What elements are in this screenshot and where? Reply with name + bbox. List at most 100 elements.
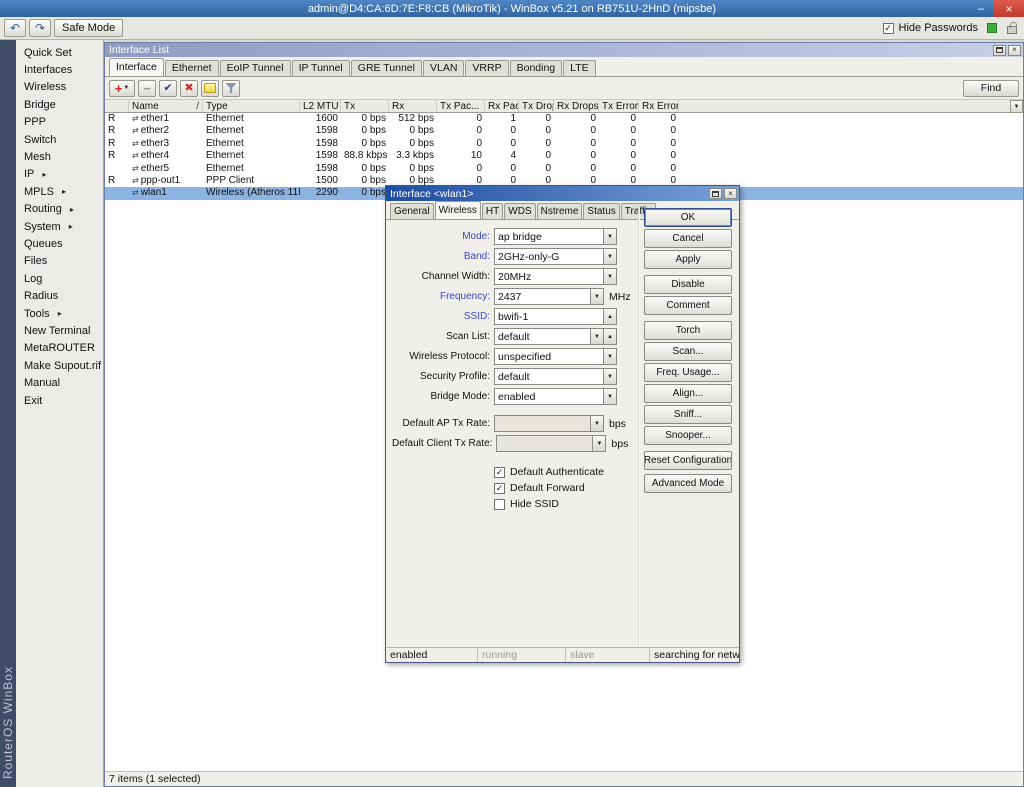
filter-button[interactable] <box>222 80 240 97</box>
sidebar-item-metarouter[interactable]: MetaROUTER <box>16 340 103 357</box>
sidebar-item-tools[interactable]: Tools▸ <box>16 305 103 322</box>
field-input-mode[interactable]: ap bridge <box>494 228 604 245</box>
safe-mode-button[interactable]: Safe Mode <box>54 19 123 37</box>
tab-eoip-tunnel[interactable]: EoIP Tunnel <box>220 60 291 76</box>
table-row-ether1[interactable]: R⇄ether1Ethernet16000 bps512 bps010000 <box>105 113 1023 125</box>
close-button[interactable]: × <box>994 0 1024 17</box>
checkbox-hide-ssid[interactable]: Hide SSID <box>494 496 642 512</box>
dialog-tab-status[interactable]: Status <box>583 203 619 219</box>
field-input-channel-width[interactable]: 20MHz <box>494 268 604 285</box>
checkbox-default-authenticate[interactable]: ✓Default Authenticate <box>494 464 642 480</box>
dropdown-button[interactable]: ▼ <box>604 268 617 285</box>
dialog-tab-wds[interactable]: WDS <box>504 203 535 219</box>
window-close-button[interactable]: × <box>1008 45 1021 56</box>
enable-button[interactable]: ✔ <box>159 80 177 97</box>
collapse-button[interactable]: ▲ <box>604 328 617 345</box>
sidebar-item-system[interactable]: System▸ <box>16 218 103 235</box>
dialog-tab-general[interactable]: General <box>390 203 434 219</box>
remove-button[interactable]: − <box>138 80 156 97</box>
sniff-button[interactable]: Sniff... <box>644 405 732 424</box>
dialog-tab-wireless[interactable]: Wireless <box>435 201 481 219</box>
sidebar-item-make-supout-rif[interactable]: Make Supout.rif <box>16 357 103 374</box>
scan-button[interactable]: Scan... <box>644 342 732 361</box>
apply-button[interactable]: Apply <box>644 250 732 269</box>
column-header-name[interactable]: Name/ <box>129 100 203 112</box>
field-input-frequency[interactable]: 2437 <box>494 288 591 305</box>
sidebar-item-interfaces[interactable]: Interfaces <box>16 61 103 78</box>
dropdown-button[interactable]: ▼ <box>591 415 604 432</box>
dropdown-button[interactable]: ▼ <box>604 388 617 405</box>
sidebar-item-manual[interactable]: Manual <box>16 374 103 391</box>
table-row-ether3[interactable]: R⇄ether3Ethernet15980 bps0 bps000000 <box>105 138 1023 150</box>
field-input-security-profile[interactable]: default <box>494 368 604 385</box>
column-header-rx_drops[interactable]: Rx Drops <box>554 100 599 112</box>
tab-bonding[interactable]: Bonding <box>510 60 563 76</box>
align-button[interactable]: Align... <box>644 384 732 403</box>
cancel-button[interactable]: Cancel <box>644 229 732 248</box>
disable-button[interactable]: ✖ <box>180 80 198 97</box>
tab-vlan[interactable]: VLAN <box>423 60 464 76</box>
sidebar-item-wireless[interactable]: Wireless <box>16 79 103 96</box>
minimize-button[interactable]: – <box>968 0 994 17</box>
advanced-mode-button[interactable]: Advanced Mode <box>644 474 732 493</box>
column-header-tx[interactable]: Tx <box>341 100 389 112</box>
dropdown-button[interactable]: ▼ <box>604 228 617 245</box>
window-restore-button[interactable] <box>993 45 1006 56</box>
sidebar-item-quick-set[interactable]: Quick Set <box>16 44 103 61</box>
field-input-bridge-mode[interactable]: enabled <box>494 388 604 405</box>
comment-button[interactable]: Comment <box>644 296 732 315</box>
table-row-ether4[interactable]: R⇄ether4Ethernet159888.8 kbps3.3 kbps104… <box>105 150 1023 162</box>
table-row-ether2[interactable]: R⇄ether2Ethernet15980 bps0 bps000000 <box>105 125 1023 137</box>
checkbox-default-forward[interactable]: ✓Default Forward <box>494 480 642 496</box>
sidebar-item-files[interactable]: Files <box>16 253 103 270</box>
column-header-tx_errors[interactable]: Tx Errors <box>599 100 639 112</box>
sidebar-item-queues[interactable]: Queues <box>16 235 103 252</box>
tab-interface[interactable]: Interface <box>109 58 164 76</box>
torch-button[interactable]: Torch <box>644 321 732 340</box>
dialog-tab-nstreme[interactable]: Nstreme <box>537 203 583 219</box>
tab-ip-tunnel[interactable]: IP Tunnel <box>292 60 350 76</box>
dialog-restore-button[interactable] <box>709 188 722 199</box>
dropdown-button[interactable]: ▼ <box>604 348 617 365</box>
dropdown-button[interactable]: ▼ <box>591 328 604 345</box>
column-header-tx_packets[interactable]: Tx Pac... <box>437 100 485 112</box>
add-button[interactable]: + ▼ <box>109 80 135 97</box>
freq-usage-button[interactable]: Freq. Usage... <box>644 363 732 382</box>
tab-gre-tunnel[interactable]: GRE Tunnel <box>351 60 422 76</box>
find-button[interactable]: Find <box>963 80 1019 97</box>
column-header-rx_errors[interactable]: Rx Errors <box>639 100 679 112</box>
sidebar-item-radius[interactable]: Radius <box>16 287 103 304</box>
column-header-l2mtu[interactable]: L2 MTU <box>300 100 341 112</box>
checkbox-box[interactable]: ✓ <box>494 483 505 494</box>
sidebar-item-log[interactable]: Log <box>16 270 103 287</box>
checkbox-box[interactable] <box>494 499 505 510</box>
sidebar-item-bridge[interactable]: Bridge <box>16 96 103 113</box>
table-row-ether5[interactable]: ⇄ether5Ethernet15980 bps0 bps000000 <box>105 163 1023 175</box>
column-header-rx[interactable]: Rx <box>389 100 437 112</box>
dialog-titlebar[interactable]: Interface <wlan1> × <box>386 186 739 201</box>
dropdown-button[interactable]: ▼ <box>604 368 617 385</box>
field-input-wireless-protocol[interactable]: unspecified <box>494 348 604 365</box>
undo-button[interactable]: ↶ <box>4 19 26 37</box>
column-chooser-button[interactable]: ▼ <box>1010 100 1023 113</box>
sidebar-item-ppp[interactable]: PPP <box>16 114 103 131</box>
ok-button[interactable]: OK <box>644 208 732 227</box>
sidebar-item-ip[interactable]: IP▸ <box>16 166 103 183</box>
tab-lte[interactable]: LTE <box>563 60 595 76</box>
field-input-ssid[interactable]: bwifi-1 <box>494 308 604 325</box>
dialog-close-button[interactable]: × <box>724 188 737 199</box>
column-header-type[interactable]: Type <box>203 100 300 112</box>
comment-button[interactable] <box>201 80 219 97</box>
field-input-scan-list[interactable]: default <box>494 328 591 345</box>
disable-button[interactable]: Disable <box>644 275 732 294</box>
redo-button[interactable]: ↷ <box>29 19 51 37</box>
dropdown-button[interactable]: ▼ <box>604 248 617 265</box>
sidebar-item-routing[interactable]: Routing▸ <box>16 201 103 218</box>
sidebar-item-switch[interactable]: Switch <box>16 131 103 148</box>
sidebar-item-new-terminal[interactable]: New Terminal <box>16 322 103 339</box>
snooper-button[interactable]: Snooper... <box>644 426 732 445</box>
interface-list-titlebar[interactable]: Interface List × <box>105 43 1023 57</box>
collapse-button[interactable]: ▲ <box>604 308 617 325</box>
dialog-tab-ht[interactable]: HT <box>482 203 503 219</box>
column-header-rx_packets[interactable]: Rx Pac... <box>485 100 519 112</box>
